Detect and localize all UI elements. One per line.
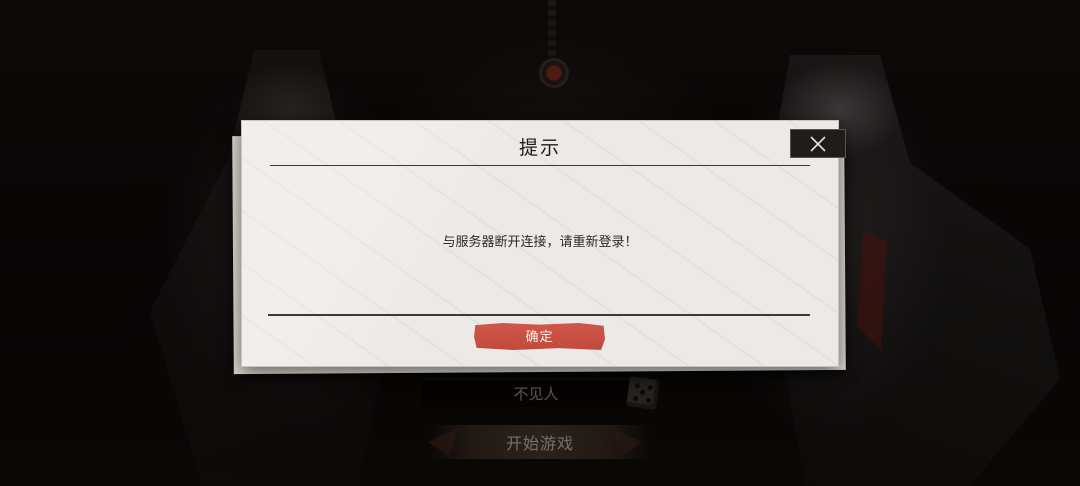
dialog-title: 提示 — [518, 137, 561, 159]
confirm-underline-ornament: · · · · · · · — [516, 341, 563, 347]
game-screen: 不见人 开始游戏 提示 与服务器断开连接，请重新登录！ 确定 · · · · ·… — [0, 0, 1080, 486]
title-divider — [270, 165, 810, 166]
dialog-message: 与服务器断开连接，请重新登录！ — [442, 235, 638, 250]
confirm-button[interactable]: 确定 · · · · · · · — [474, 323, 605, 350]
footer-divider — [268, 314, 810, 316]
close-button[interactable] — [790, 129, 846, 158]
close-icon — [810, 135, 826, 152]
